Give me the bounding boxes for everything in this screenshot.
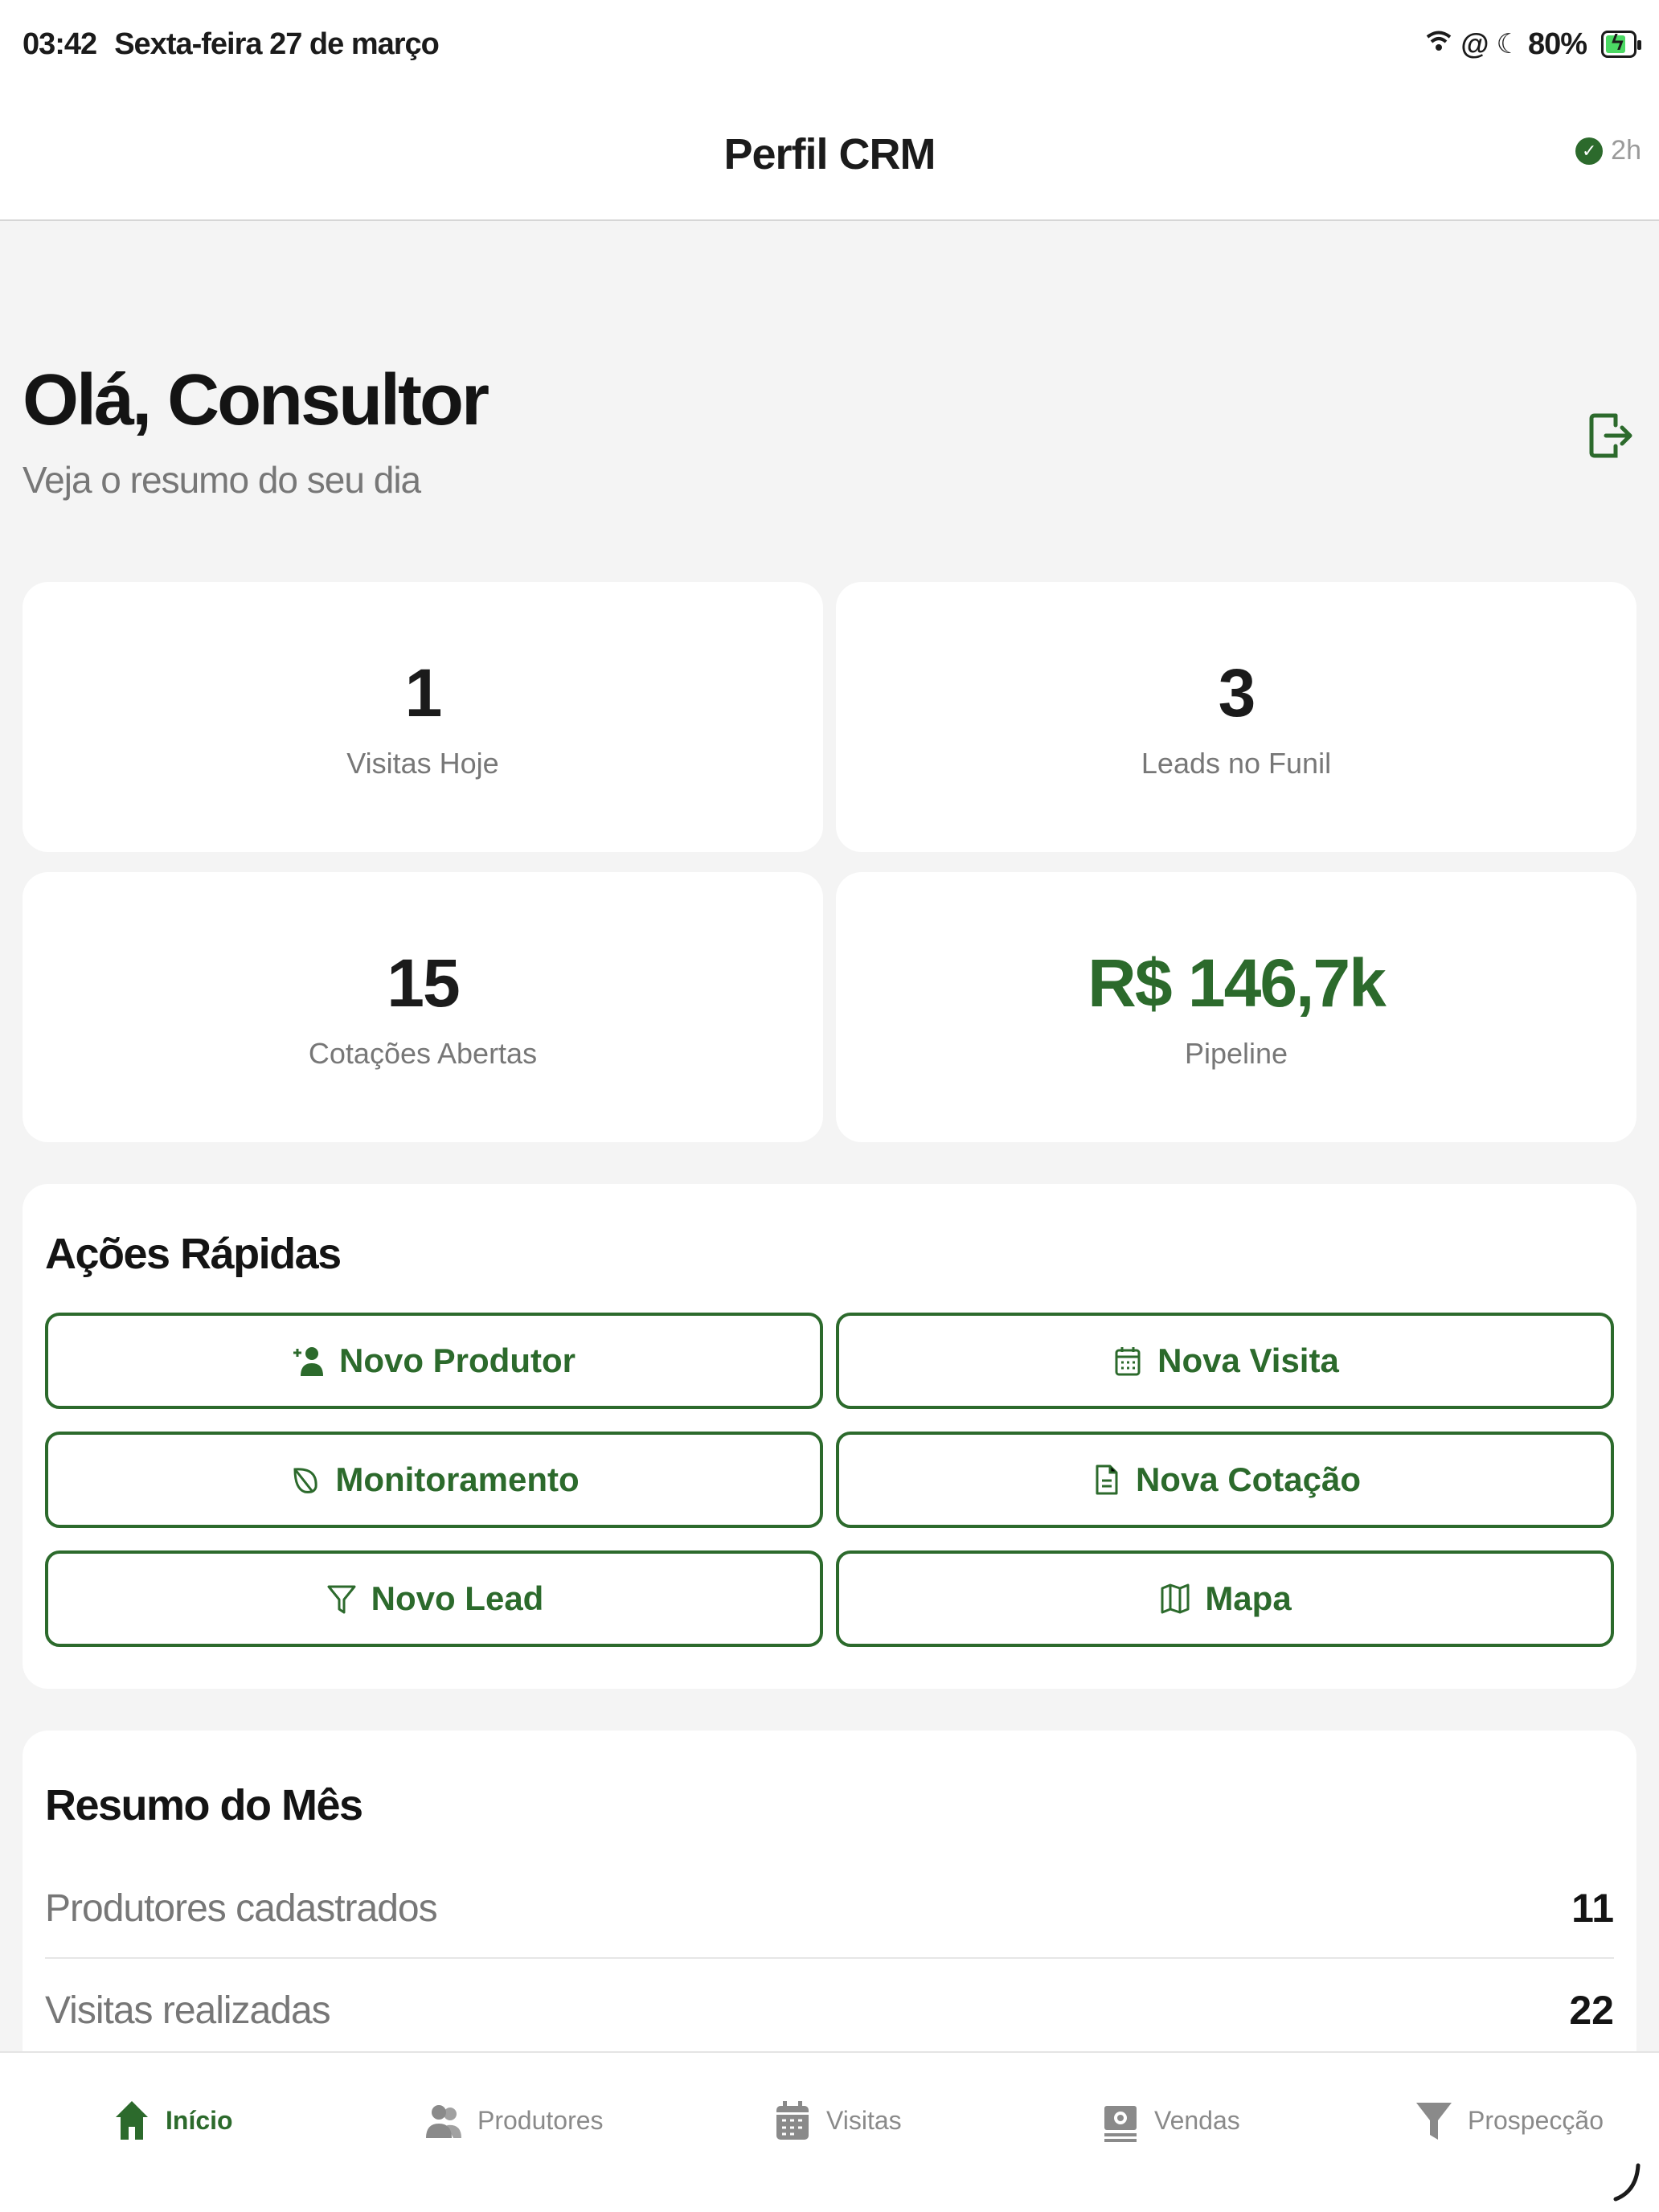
section-title: Resumo do Mês [45, 1781, 363, 1829]
sync-label: 2h [1611, 135, 1641, 166]
summary-label: Produtores cadastrados [45, 1886, 438, 1930]
greeting-title: Olá, Consultor [23, 360, 490, 440]
logout-icon [1589, 413, 1632, 458]
button-label: Mapa [1205, 1579, 1292, 1617]
summary-row: Produtores cadastrados 11 [45, 1859, 1614, 1959]
nav-bar: Perfil CRM ✓ 2h [0, 88, 1659, 221]
stat-card-pipeline[interactable]: R$ 146,7k Pipeline [836, 872, 1636, 1142]
user-plus-icon [293, 1347, 323, 1376]
tab-label: Vendas [1154, 2105, 1240, 2135]
section-title: Ações Rápidas [45, 1230, 342, 1278]
main-content[interactable]: Olá, Consultor Veja o resumo do seu dia … [0, 223, 1659, 2051]
funnel-icon [1416, 2103, 1452, 2140]
stat-card-quotes[interactable]: 15 Cotações Abertas [23, 872, 823, 1142]
tab-inicio[interactable]: Início [113, 2098, 233, 2143]
page-title: Perfil CRM [723, 129, 936, 178]
sync-status[interactable]: ✓ 2h [1575, 135, 1641, 166]
button-label: Nova Visita [1157, 1342, 1339, 1379]
tab-bar: Início Produtores Visitas Vendas Prospec… [0, 2051, 1659, 2212]
money-icon [1104, 2106, 1137, 2142]
document-icon [1096, 1464, 1118, 1495]
summary-row: Visitas realizadas 22 [45, 1960, 1614, 2051]
status-bar: 03:42 Sexta-feira 27 de março @ ☾ 80% ϟ [0, 0, 1659, 88]
stat-card-leads[interactable]: 3 Leads no Funil [836, 582, 1636, 852]
wifi-icon [1425, 27, 1452, 62]
button-label: Monitoramento [335, 1460, 580, 1498]
stat-value: 15 [387, 944, 460, 1021]
bolt-icon: ϟ [1612, 30, 1624, 55]
cloud-check-icon: ✓ [1575, 137, 1604, 165]
new-quote-button[interactable]: Nova Cotação [836, 1432, 1614, 1528]
stat-label: Cotações Abertas [308, 1036, 538, 1070]
users-icon [426, 2105, 461, 2138]
calendar-icon [1115, 1347, 1141, 1376]
button-label: Novo Lead [371, 1579, 544, 1617]
tab-prospeccao[interactable]: Prospecção [1415, 2098, 1604, 2143]
new-lead-button[interactable]: Novo Lead [45, 1550, 823, 1647]
tab-visitas[interactable]: Visitas [773, 2098, 902, 2143]
leaf-icon [293, 1468, 317, 1493]
stat-label: Pipeline [1184, 1036, 1288, 1070]
tab-vendas[interactable]: Vendas [1101, 2098, 1240, 2143]
stat-card-visits-today[interactable]: 1 Visitas Hoje [23, 582, 823, 852]
map-button[interactable]: Mapa [836, 1550, 1614, 1647]
stat-value: R$ 146,7k [1088, 944, 1387, 1021]
scroll-handle-icon [1613, 2163, 1641, 2202]
stat-label: Visitas Hoje [346, 746, 499, 780]
tab-produtores[interactable]: Produtores [424, 2098, 604, 2143]
battery-percent: 80% [1527, 27, 1587, 61]
new-producer-button[interactable]: Novo Produtor [45, 1313, 823, 1409]
tab-label: Produtores [477, 2105, 604, 2135]
new-visit-button[interactable]: Nova Visita [836, 1313, 1614, 1409]
summary-label: Visitas realizadas [45, 1989, 331, 2032]
status-time: 03:42 [23, 27, 97, 61]
quick-actions-panel: Ações Rápidas Novo Produtor Nova Visita … [23, 1184, 1636, 1689]
moon-icon: ☾ [1496, 29, 1521, 59]
monthly-summary-panel: Resumo do Mês Produtores cadastrados 11 … [23, 1731, 1636, 2051]
home-icon [116, 2101, 148, 2140]
tab-label: Prospecção [1468, 2105, 1604, 2135]
logout-button[interactable] [1587, 408, 1635, 464]
stat-value: 1 [404, 654, 443, 731]
button-label: Nova Cotação [1135, 1460, 1362, 1498]
stat-label: Leads no Funil [1141, 746, 1332, 780]
summary-value: 11 [1571, 1886, 1614, 1931]
monitoring-button[interactable]: Monitoramento [45, 1432, 823, 1528]
map-icon [1161, 1583, 1190, 1614]
tab-label: Visitas [826, 2105, 902, 2135]
summary-value: 22 [1569, 1988, 1614, 2033]
battery-icon: ϟ [1601, 30, 1641, 58]
calendar-icon [776, 2101, 809, 2140]
at-icon: @ [1460, 27, 1489, 60]
tab-label: Início [166, 2105, 233, 2135]
greeting-subtitle: Veja o resumo do seu dia [23, 459, 421, 501]
button-label: Novo Produtor [339, 1342, 576, 1379]
stat-value: 3 [1218, 654, 1256, 731]
status-date: Sexta-feira 27 de março [114, 27, 440, 61]
filter-icon [327, 1585, 356, 1614]
greeting: Olá, Consultor Veja o resumo do seu dia [23, 359, 490, 502]
